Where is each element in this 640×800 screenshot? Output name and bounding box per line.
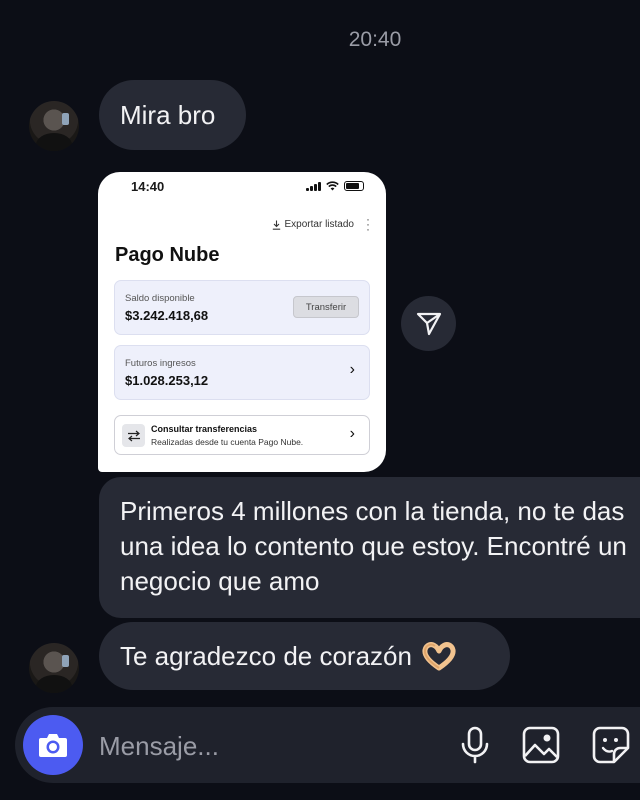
message-composer <box>15 707 640 783</box>
saldo-amount: $3.242.418,68 <box>125 308 209 323</box>
export-label: Exportar listado <box>284 219 354 230</box>
share-button[interactable] <box>401 296 456 351</box>
consultar-card[interactable]: Consultar transferencias Realizadas desd… <box>114 415 370 455</box>
gallery-button[interactable] <box>521 725 561 765</box>
signal-icon <box>306 181 321 191</box>
saldo-card: Saldo disponible $3.242.418,68 Transferi… <box>114 280 370 335</box>
more-icon[interactable]: · · · <box>366 213 370 235</box>
futuros-amount: $1.028.253,12 <box>125 373 209 388</box>
status-icons <box>306 181 364 191</box>
camera-button[interactable] <box>23 715 83 775</box>
message-bubble[interactable]: Mira bro <box>99 80 246 150</box>
message-text: Te agradezco de corazón <box>120 640 412 671</box>
microphone-button[interactable] <box>455 725 495 765</box>
download-icon <box>272 220 280 230</box>
sticker-button[interactable] <box>591 725 631 765</box>
transfer-arrows-icon <box>122 424 145 447</box>
chevron-right-icon: › <box>349 361 355 378</box>
microphone-icon <box>461 726 489 764</box>
camera-icon <box>39 734 67 757</box>
sender-avatar[interactable] <box>29 101 79 151</box>
wifi-icon <box>326 181 339 191</box>
heart-hands-emoji <box>422 642 456 671</box>
export-link[interactable]: Exportar listado <box>272 219 354 230</box>
futuros-label: Futuros ingresos <box>125 358 196 369</box>
status-time: 14:40 <box>131 179 165 194</box>
sticker-icon <box>592 726 630 764</box>
consultar-title: Consultar transferencias <box>151 424 258 434</box>
battery-icon <box>344 181 364 191</box>
brand-title: Pago Nube <box>115 244 220 266</box>
chat-screen: 20:40 Mira bro 14:40 Exportar listado · … <box>0 0 640 800</box>
shared-screenshot[interactable]: 14:40 Exportar listado · · · Pago Nube Sal… <box>98 172 386 472</box>
chevron-right-icon: › <box>349 425 355 442</box>
futuros-card[interactable]: Futuros ingresos $1.028.253,12 › <box>114 345 370 400</box>
gallery-icon <box>522 726 560 764</box>
message-input[interactable] <box>97 725 431 767</box>
message-timestamp: 20:40 <box>348 28 402 51</box>
message-bubble[interactable]: Te agradezco de corazón <box>99 622 510 690</box>
message-bubble[interactable]: Primeros 4 millones con la tienda, no te… <box>99 477 640 618</box>
saldo-label: Saldo disponible <box>125 293 195 304</box>
transferir-button[interactable]: Transferir <box>293 296 359 318</box>
message-text: Mira bro <box>120 99 216 130</box>
consultar-subtitle: Realizadas desde tu cuenta Pago Nube. <box>151 437 304 447</box>
share-icon <box>416 312 441 335</box>
message-text: Primeros 4 millones con la tienda, no te… <box>120 496 627 596</box>
sender-avatar[interactable] <box>29 643 79 693</box>
